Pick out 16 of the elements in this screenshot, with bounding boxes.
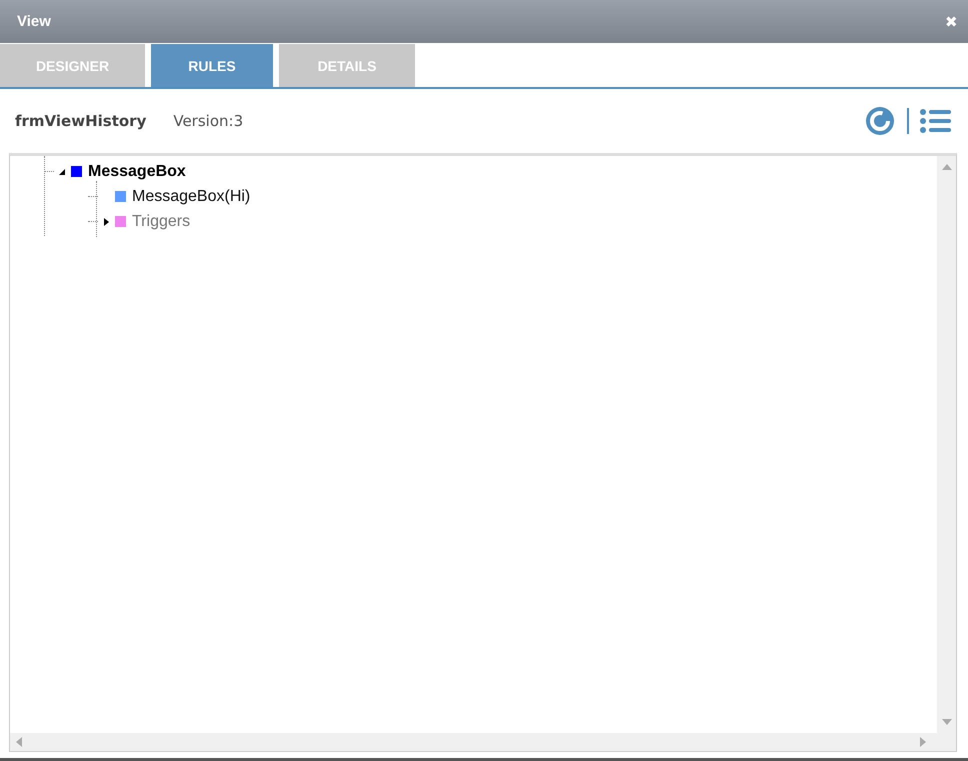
refresh-icon[interactable] xyxy=(865,106,897,136)
tab[interactable]: RULES xyxy=(151,44,273,87)
version-label: Version:3 xyxy=(173,112,244,130)
vertical-scrollbar[interactable] xyxy=(937,156,956,733)
scroll-down-icon[interactable] xyxy=(942,719,952,725)
scroll-up-icon[interactable] xyxy=(942,164,952,170)
close-button[interactable]: ✖ xyxy=(945,12,958,30)
scroll-right-icon[interactable] xyxy=(920,737,926,747)
form-name: frmViewHistory xyxy=(15,112,146,130)
tree-node[interactable]: MessageBox xyxy=(88,162,186,180)
expanded-triangle-icon[interactable] xyxy=(58,166,66,176)
list-icon[interactable] xyxy=(919,108,951,134)
tree-node[interactable]: MessageBox(Hi) xyxy=(132,188,250,206)
scroll-left-icon[interactable] xyxy=(16,737,22,747)
horizontal-scrollbar[interactable] xyxy=(10,733,956,751)
window-title: View xyxy=(17,13,51,30)
